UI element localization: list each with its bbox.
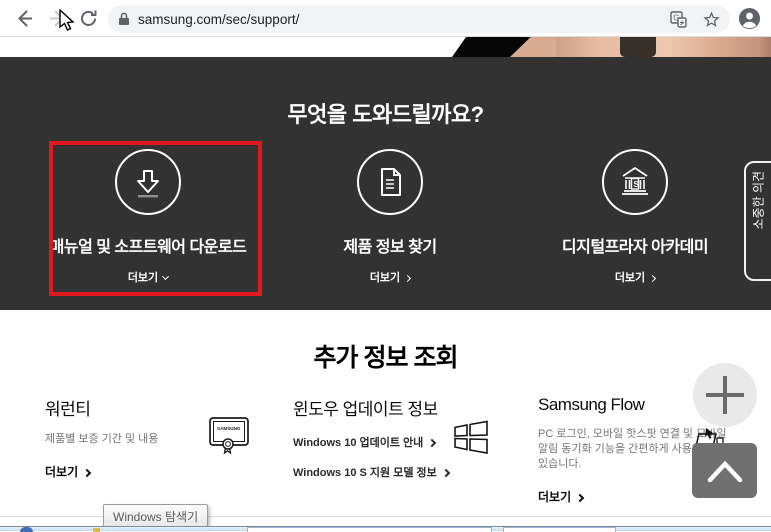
start-orb-fragment[interactable] (20, 527, 33, 532)
column-windows-update: 윈도우 업데이트 정보 Windows 10 업데이트 안내 Windows 1… (293, 395, 508, 480)
bookmark-star-icon[interactable] (703, 11, 720, 28)
info-section: 추가 정보 조회 워런티 제품별 보증 기간 및 내용 더보기 SAMSUNG … (0, 310, 771, 526)
taskbar-window-button[interactable] (247, 527, 492, 532)
document-circle[interactable] (357, 149, 423, 215)
floating-plus-button[interactable] (693, 363, 757, 427)
chevron-right-icon (576, 494, 584, 502)
help-section: 무엇을 도와드릴까요? 매뉴얼 및 소프트웨어 다운로드 더보기 제품 정보 찾… (0, 57, 771, 310)
card-label[interactable]: 제품 정보 찾기 (280, 233, 500, 257)
card-product-info[interactable]: 제품 정보 찾기 더보기 (280, 149, 500, 286)
plus-icon (706, 393, 744, 397)
lock-icon (118, 12, 130, 26)
more-link[interactable]: 더보기 (615, 269, 655, 285)
academy-circle[interactable]: S (602, 149, 668, 215)
windows-explorer-tooltip: Windows 탐색기 (103, 504, 208, 527)
windows-taskbar-sliver (0, 526, 771, 531)
hero-hand (510, 37, 556, 57)
forward-icon[interactable] (47, 8, 68, 29)
help-section-title: 무엇을 도와드릴까요? (0, 97, 771, 129)
chevron-right-icon (83, 469, 91, 477)
taskbar-window-button[interactable] (503, 527, 616, 532)
feedback-tab-label: 소중한 의견 (750, 213, 767, 229)
svg-text:SAMSUNG: SAMSUNG (217, 426, 241, 431)
back-icon[interactable] (14, 8, 35, 29)
windows10s-models-link[interactable]: Windows 10 S 지원 모델 정보 (293, 464, 508, 480)
chevron-right-icon (428, 439, 436, 447)
address-bar[interactable]: samsung.com/sec/support/ G (108, 5, 730, 33)
column-warranty: 워런티 제품별 보증 기간 및 내용 더보기 SAMSUNG (45, 395, 260, 481)
more-link[interactable]: 더보기 (370, 269, 410, 285)
chevron-right-icon (442, 469, 450, 477)
translate-icon[interactable]: G (670, 11, 687, 28)
chevron-up-icon (705, 458, 745, 484)
academy-building-icon: S (615, 162, 655, 202)
hero-watch (620, 37, 656, 57)
windows-logo-icon (451, 417, 491, 457)
info-section-title: 추가 정보 조회 (0, 338, 771, 374)
warranty-certificate-icon: SAMSUNG (207, 413, 251, 459)
svg-text:S: S (633, 179, 639, 189)
card-label[interactable]: 디지털프라자 아카데미 (525, 233, 745, 257)
reload-icon[interactable] (78, 8, 99, 29)
feedback-side-tab[interactable]: 소중한 의견 (744, 161, 771, 281)
browser-toolbar: samsung.com/sec/support/ G (0, 0, 771, 37)
document-icon (370, 162, 410, 202)
hero-photo-fragment (452, 37, 771, 57)
card-digital-plaza-academy[interactable]: S 디지털프라자 아카데미 더보기 (525, 149, 745, 286)
chevron-right-icon (404, 275, 411, 282)
hero-arm (544, 37, 771, 57)
scroll-to-top-button[interactable] (692, 443, 757, 498)
taskbar-icon-fragment (93, 528, 100, 532)
samsung-flow-more-link[interactable]: 더보기 (538, 488, 583, 505)
hero-image-strip (0, 37, 771, 57)
url-text[interactable]: samsung.com/sec/support/ (138, 12, 299, 27)
profile-avatar[interactable] (738, 7, 761, 30)
highlight-red-box (49, 141, 262, 296)
warranty-more-link[interactable]: 더보기 (45, 463, 90, 480)
chevron-right-icon (649, 275, 656, 282)
